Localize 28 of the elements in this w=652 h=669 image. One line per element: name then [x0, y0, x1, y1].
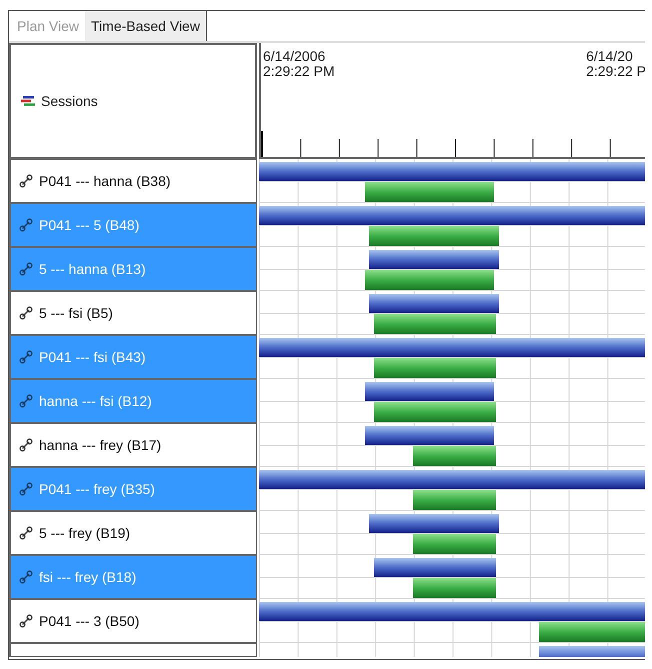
- connector-icon: [19, 306, 33, 320]
- timestamp-label: 6/14/2006 2:29:22 PM: [262, 49, 335, 79]
- connector-icon: [19, 394, 33, 408]
- session-row[interactable]: P041 --- 3 (B50): [9, 599, 257, 643]
- session-row[interactable]: 5 --- hanna (B13): [9, 247, 257, 291]
- sessions-icon: [21, 95, 35, 107]
- timestamp-label: 6/14/20 2:29:22 P: [585, 49, 645, 79]
- connector-icon: [19, 218, 33, 232]
- session-row[interactable]: hanna --- frey (B17): [9, 423, 257, 467]
- connector-icon: [19, 570, 33, 584]
- session-row[interactable]: P041 --- 5 (B48): [9, 203, 257, 247]
- connector-icon: [19, 262, 33, 276]
- session-row[interactable]: 5 --- frey (B19): [9, 511, 257, 555]
- connector-icon: [19, 174, 33, 188]
- session-row[interactable]: P041 --- frey (B35): [9, 467, 257, 511]
- session-row[interactable]: [9, 643, 257, 657]
- connector-icon: [19, 438, 33, 452]
- session-row[interactable]: fsi --- frey (B18): [9, 555, 257, 599]
- sessions-title: Sessions: [41, 93, 98, 109]
- connector-icon: [19, 350, 33, 364]
- connector-icon: [19, 526, 33, 540]
- session-row[interactable]: P041 --- fsi (B43): [9, 335, 257, 379]
- view-tab[interactable]: Time-Based View: [85, 11, 207, 41]
- session-row[interactable]: P041 --- hanna (B38): [9, 159, 257, 203]
- connector-icon: [19, 482, 33, 496]
- session-row[interactable]: hanna --- fsi (B12): [9, 379, 257, 423]
- connector-icon: [19, 614, 33, 628]
- session-row[interactable]: 5 --- fsi (B5): [9, 291, 257, 335]
